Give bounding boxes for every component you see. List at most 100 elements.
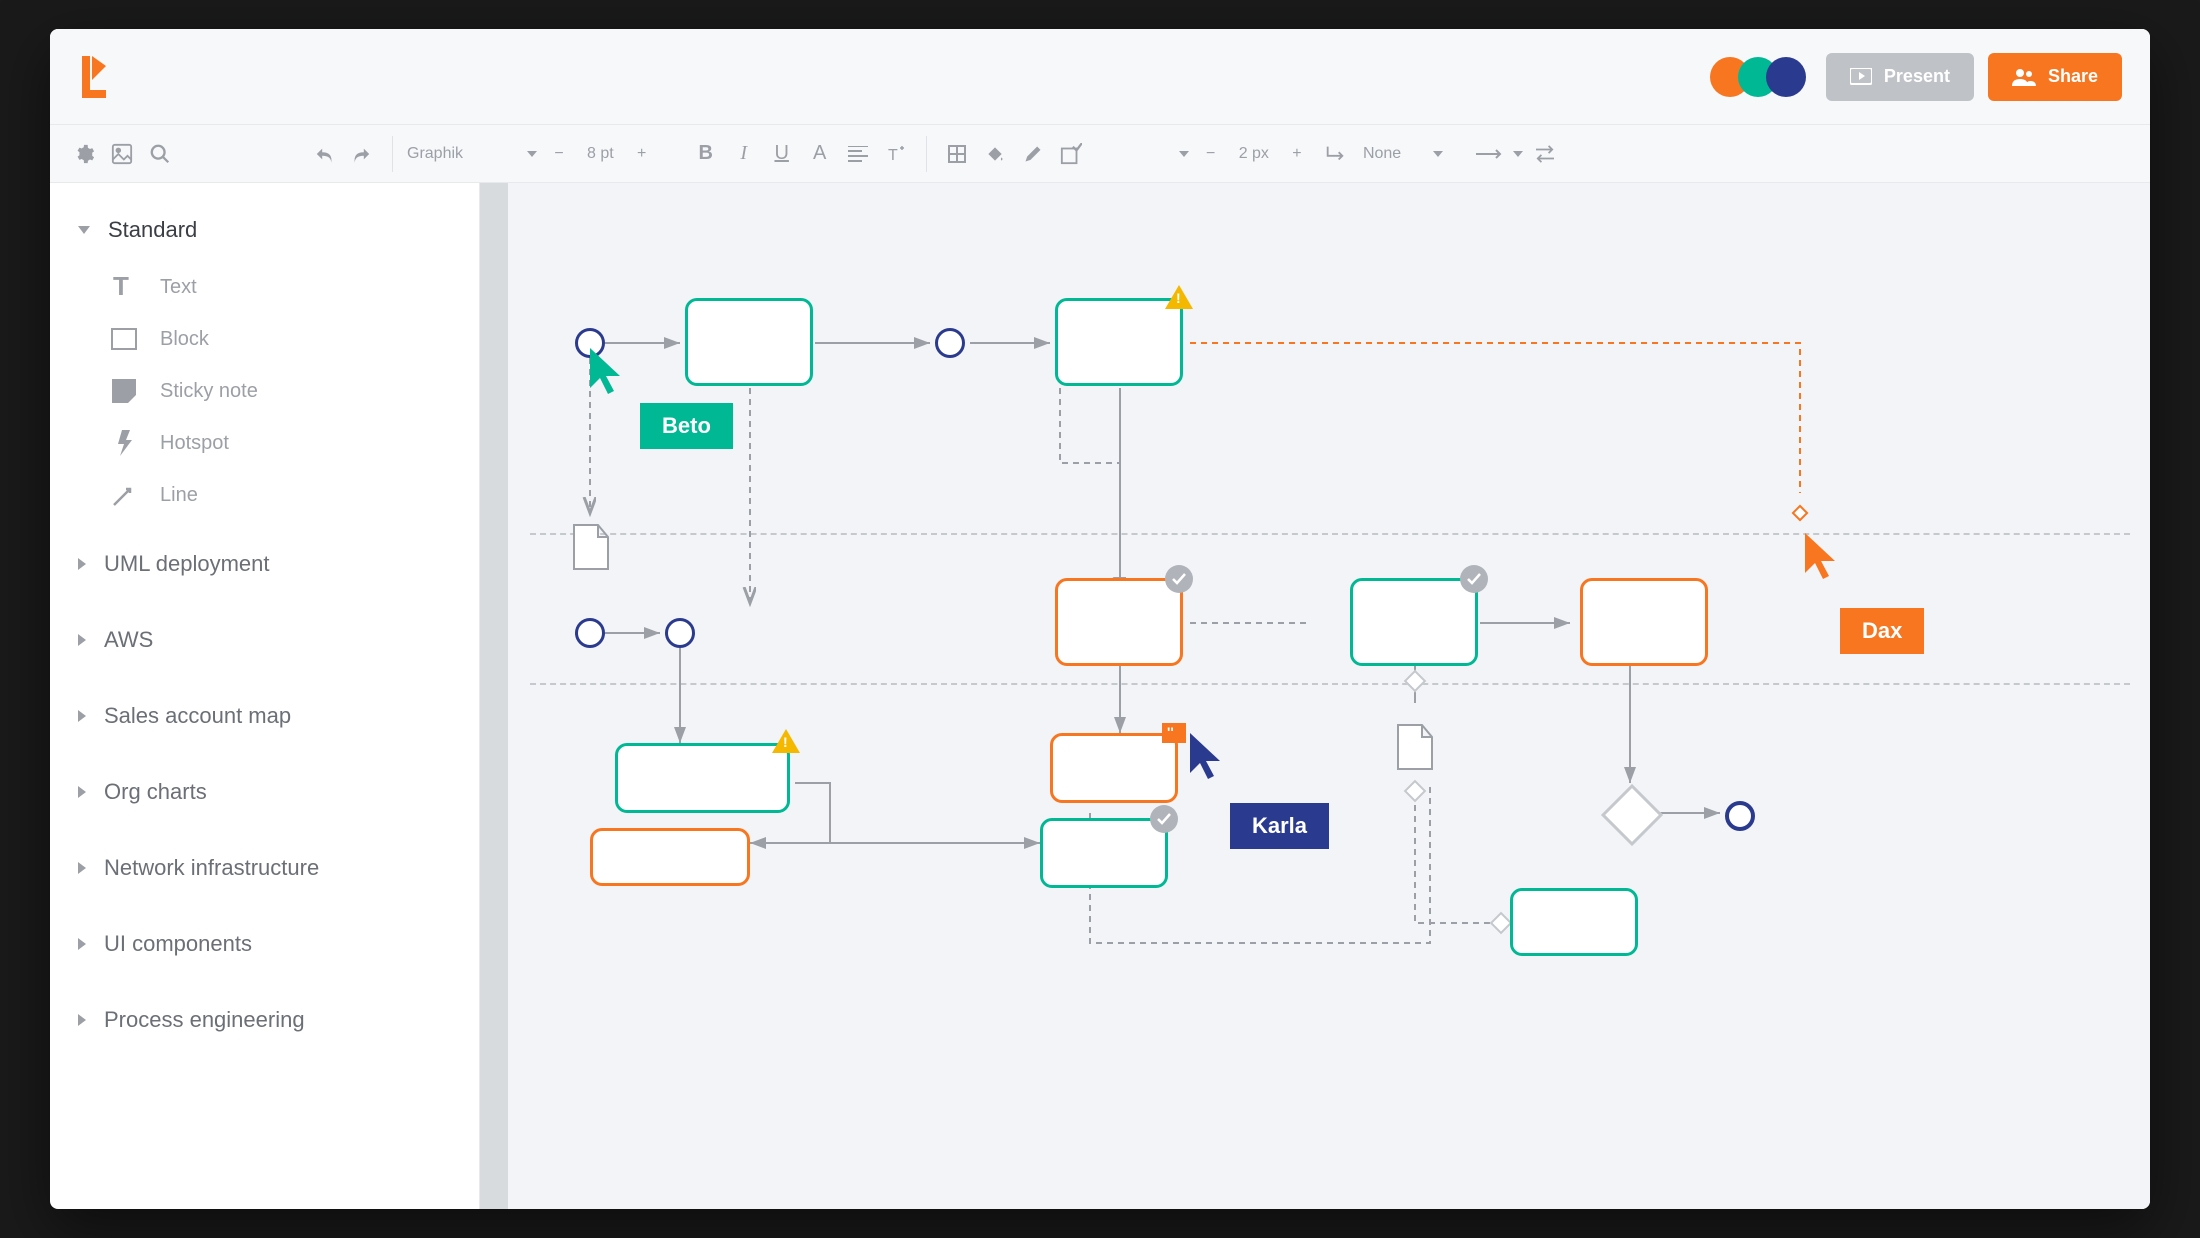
cursor-label-dax: Dax — [1840, 608, 1924, 654]
underline-icon[interactable]: U — [766, 138, 798, 170]
swap-icon[interactable] — [1529, 138, 1561, 170]
shape-line[interactable]: Line — [110, 469, 479, 521]
align-icon[interactable] — [842, 138, 874, 170]
panel-aws[interactable]: AWS — [50, 617, 479, 663]
panel-label: UML deployment — [104, 551, 269, 577]
font-size-value: 8 pt — [581, 145, 620, 163]
panel-ui[interactable]: UI components — [50, 921, 479, 967]
shape-hotspot[interactable]: Hotspot — [110, 417, 479, 469]
shape-text[interactable]: T Text — [110, 261, 479, 313]
shape-block[interactable]: Block — [110, 313, 479, 365]
svg-text:T: T — [888, 147, 898, 164]
shape-check-icon[interactable] — [1055, 138, 1087, 170]
panel-label: Standard — [108, 217, 197, 243]
shape-label: Block — [160, 328, 209, 351]
font-family-select[interactable]: Graphik — [407, 145, 537, 163]
people-icon — [2012, 68, 2036, 86]
canvas-area[interactable]: '' Beto Karla Dax — [480, 183, 2150, 1209]
undo-icon[interactable] — [308, 138, 340, 170]
task-node[interactable] — [1040, 818, 1168, 888]
panel-label: Sales account map — [104, 703, 291, 729]
hotspot-icon — [110, 429, 138, 457]
caret-right-icon — [78, 558, 86, 570]
gateway-small[interactable] — [1490, 912, 1513, 935]
swimlane-divider — [530, 683, 2130, 685]
task-node[interactable] — [1510, 888, 1638, 956]
caret-right-icon — [78, 1014, 86, 1026]
panel-uml[interactable]: UML deployment — [50, 541, 479, 587]
shape-label: Text — [160, 276, 197, 299]
sticky-icon — [110, 377, 138, 405]
shape-label: Sticky note — [160, 380, 258, 403]
line-style-value: None — [1357, 145, 1427, 163]
line-icon — [110, 481, 138, 509]
task-node[interactable] — [685, 298, 813, 386]
cursor-karla-icon — [1190, 733, 1232, 785]
gear-icon[interactable] — [68, 138, 100, 170]
italic-icon[interactable]: I — [728, 138, 760, 170]
intermediate-event[interactable] — [665, 618, 695, 648]
canvas[interactable]: '' Beto Karla Dax — [530, 203, 2130, 1189]
gateway-small[interactable] — [1404, 780, 1427, 803]
collaborator-avatars — [1710, 57, 1806, 97]
block-icon — [110, 325, 138, 353]
comment-badge[interactable]: '' — [1162, 723, 1186, 743]
cursor-beto-icon — [590, 348, 632, 400]
bucket-icon[interactable] — [979, 138, 1011, 170]
pencil-icon[interactable] — [1017, 138, 1049, 170]
check-badge — [1460, 565, 1488, 593]
task-node[interactable] — [590, 828, 750, 886]
stroke-decrease-icon[interactable]: − — [1195, 138, 1227, 170]
panel-process[interactable]: Process engineering — [50, 997, 479, 1043]
vertical-ruler — [480, 183, 508, 1209]
fill-icon[interactable] — [941, 138, 973, 170]
redo-icon[interactable] — [346, 138, 378, 170]
dropdown-icon[interactable] — [1433, 151, 1443, 157]
panel-standard[interactable]: Standard — [50, 207, 479, 253]
font-increase-icon[interactable]: + — [626, 138, 658, 170]
search-icon[interactable] — [144, 138, 176, 170]
task-node[interactable] — [1580, 578, 1708, 666]
font-decrease-icon[interactable]: − — [543, 138, 575, 170]
cursor-label-beto: Beto — [640, 403, 733, 449]
caret-right-icon — [78, 862, 86, 874]
panel-label: AWS — [104, 627, 153, 653]
text-color-icon[interactable]: A — [804, 138, 836, 170]
start-event[interactable] — [575, 618, 605, 648]
task-node[interactable] — [1055, 298, 1183, 386]
text-format-icon[interactable]: T — [880, 138, 912, 170]
present-label: Present — [1884, 66, 1950, 87]
document-icon[interactable] — [572, 523, 610, 571]
gateway[interactable] — [1601, 784, 1663, 846]
document-icon[interactable] — [1396, 723, 1434, 771]
stroke-increase-icon[interactable]: + — [1281, 138, 1313, 170]
gateway-small[interactable] — [1404, 670, 1427, 693]
dropdown-icon[interactable] — [1513, 151, 1523, 157]
panel-label: UI components — [104, 931, 252, 957]
task-node[interactable] — [1055, 578, 1183, 666]
panel-network[interactable]: Network infrastructure — [50, 845, 479, 891]
bold-icon[interactable]: B — [690, 138, 722, 170]
intermediate-event[interactable] — [935, 328, 965, 358]
share-button[interactable]: Share — [1988, 53, 2122, 101]
task-node[interactable] — [615, 743, 790, 813]
caret-right-icon — [78, 786, 86, 798]
arrow-style-icon[interactable] — [1475, 138, 1507, 170]
shapes-sidebar: Standard T Text Block Sticky note Hotspo — [50, 183, 480, 1209]
dropdown-icon[interactable] — [1179, 151, 1189, 157]
panel-label: Network infrastructure — [104, 855, 319, 881]
panel-sales[interactable]: Sales account map — [50, 693, 479, 739]
end-event[interactable] — [1725, 801, 1755, 831]
task-node[interactable] — [1050, 733, 1178, 803]
present-button[interactable]: Present — [1826, 53, 1974, 101]
shape-label: Line — [160, 484, 198, 507]
image-icon[interactable] — [106, 138, 138, 170]
avatar[interactable] — [1766, 57, 1806, 97]
task-node[interactable] — [1350, 578, 1478, 666]
panel-org[interactable]: Org charts — [50, 769, 479, 815]
connector-icon[interactable] — [1319, 138, 1351, 170]
shape-sticky[interactable]: Sticky note — [110, 365, 479, 417]
warning-badge — [772, 729, 800, 753]
shape-label: Hotspot — [160, 432, 229, 455]
panel-label: Process engineering — [104, 1007, 305, 1033]
